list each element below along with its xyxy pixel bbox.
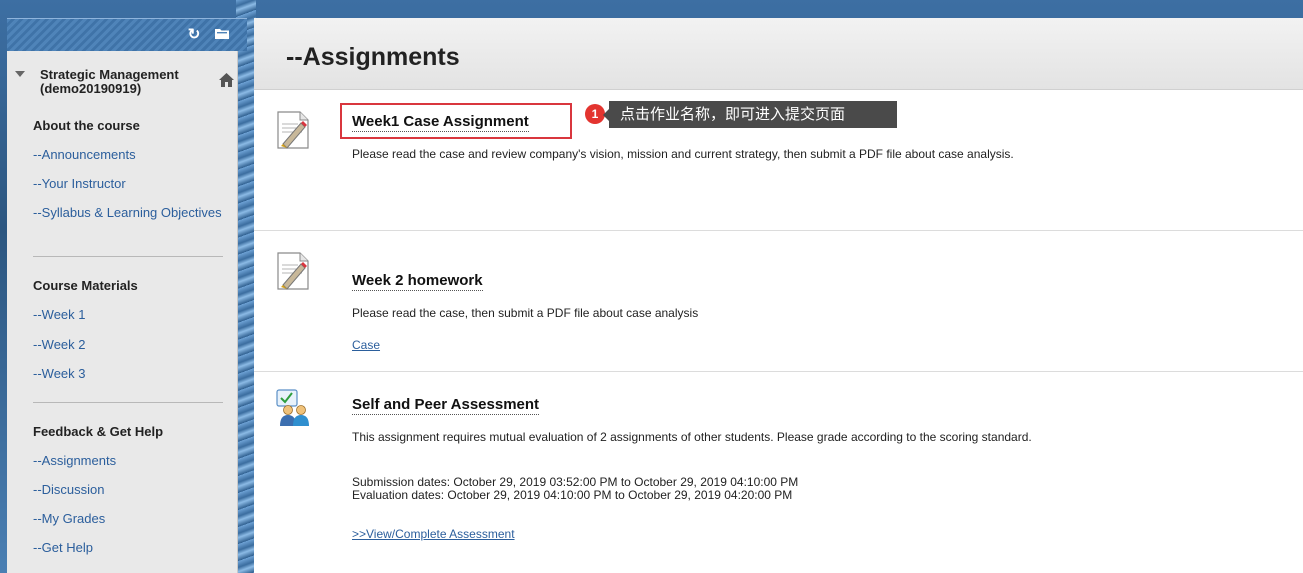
assignment-description: Please read the case and review company'… [352,147,1014,161]
course-header[interactable]: Strategic Management (demo20190919) [7,67,238,107]
sidebar-divider [33,402,223,403]
sidebar-item-get-help[interactable]: --Get Help [33,541,223,555]
view-complete-assessment-link[interactable]: >>View/Complete Assessment [352,527,515,541]
assessment-title[interactable]: Self and Peer Assessment [352,396,540,415]
home-icon[interactable] [218,73,234,89]
collapse-arrow-icon[interactable] [15,71,25,77]
evaluation-dates: Evaluation dates: October 29, 2019 04:10… [352,488,793,502]
sidebar-item-your-instructor[interactable]: --Your Instructor [33,177,223,191]
sidebar-item-announcements[interactable]: --Announcements [33,148,223,162]
case-link[interactable]: Case [352,338,380,352]
section-about-the-course: About the course [33,118,140,133]
sidebar-item-week-1[interactable]: --Week 1 [33,308,223,322]
assignment-icon [274,251,312,291]
sidebar-toolbar: ↻ [7,18,247,51]
section-course-materials: Course Materials [33,278,138,293]
folder-icon[interactable] [213,26,231,44]
assignment-description: Please read the case, then submit a PDF … [352,306,699,320]
assignment-title-week1[interactable]: Week1 Case Assignment [352,113,529,132]
sidebar-item-assignments[interactable]: --Assignments [33,454,223,468]
section-feedback-get-help: Feedback & Get Help [33,424,164,439]
decorative-stripe [236,0,256,573]
page-title: --Assignments [286,43,460,71]
course-sidebar: Strategic Management (demo20190919) Abou… [7,51,238,573]
course-title: Strategic Management (demo20190919) [40,67,179,96]
sidebar-item-syllabus[interactable]: --Syllabus & Learning Objectives [33,206,223,220]
sidebar-item-week-2[interactable]: --Week 2 [33,338,223,352]
page-header: --Assignments [254,18,1303,90]
assessment-description: This assignment requires mutual evaluati… [352,430,1032,444]
sidebar-divider [33,256,223,257]
sidebar-item-week-3[interactable]: --Week 3 [33,367,223,381]
peer-assessment-icon [274,388,312,428]
content-item: Self and Peer Assessment This assignment… [254,372,1303,572]
sidebar-item-my-grades[interactable]: --My Grades [33,512,223,526]
assignment-icon [274,110,312,150]
callout-tooltip: 点击作业名称，即可进入提交页面 [603,101,897,128]
submission-dates: Submission dates: October 29, 2019 03:52… [352,475,799,489]
content-item: Week 2 homework Please read the case, th… [254,231,1303,371]
assignment-title-week2[interactable]: Week 2 homework [352,272,483,291]
callout-badge: 1 [585,104,605,124]
refresh-icon[interactable]: ↻ [185,26,203,44]
sidebar-item-discussion[interactable]: --Discussion [33,483,223,497]
